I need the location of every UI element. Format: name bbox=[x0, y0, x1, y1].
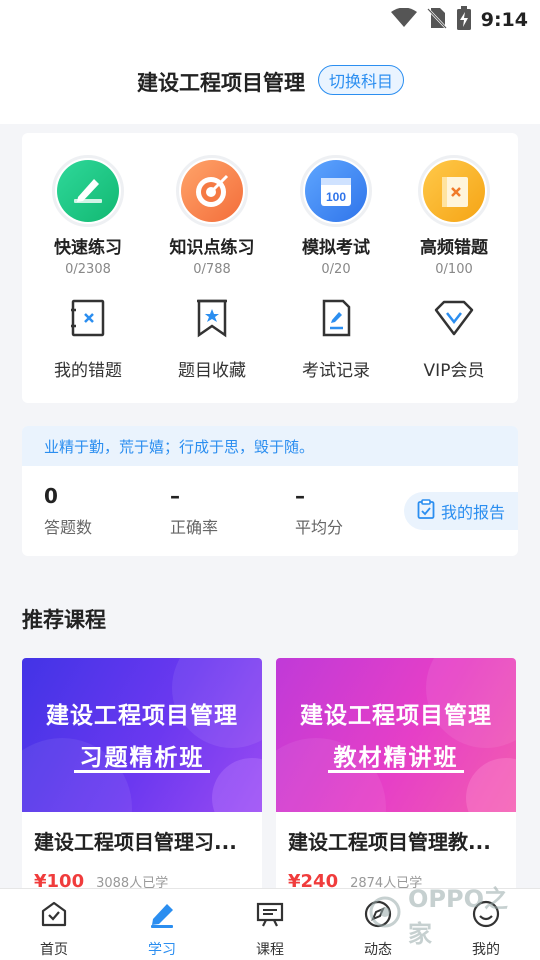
practice-knowledge[interactable]: 知识点练习 0/788 bbox=[150, 155, 274, 277]
tab-home[interactable]: 首页 bbox=[0, 889, 108, 960]
practice-mock-exam[interactable]: 100 模拟考试 0/20 bbox=[274, 155, 398, 277]
tool-favorites[interactable]: 题目收藏 bbox=[150, 298, 274, 381]
stat-label: 平均分 bbox=[295, 518, 344, 537]
home-icon bbox=[39, 899, 69, 933]
course-banner: 建设工程项目管理 习题精析班 bbox=[22, 658, 262, 812]
practice-label: 高频错题 bbox=[420, 238, 488, 258]
course-title: 建设工程项目管理教... bbox=[288, 830, 491, 854]
banner-subtitle: 习题精析班 bbox=[79, 745, 205, 771]
tab-label: 课程 bbox=[256, 942, 284, 958]
course-icon bbox=[255, 899, 285, 933]
wifi-icon bbox=[390, 7, 417, 32]
stat-value: – bbox=[295, 484, 305, 508]
section-title: 推荐课程 bbox=[22, 608, 106, 632]
course-banner: 建设工程项目管理 教材精讲班 bbox=[276, 658, 516, 812]
bookmark-icon bbox=[192, 298, 232, 342]
report-label: 我的报告 bbox=[440, 503, 505, 522]
practice-quick[interactable]: 快速练习 0/2308 bbox=[26, 155, 150, 277]
practice-count: 0/788 bbox=[193, 262, 231, 277]
clipboard-check-icon bbox=[417, 499, 435, 523]
target-icon bbox=[181, 160, 243, 222]
practice-count: 0/100 bbox=[435, 262, 473, 277]
tool-label: VIP会员 bbox=[423, 361, 485, 381]
tool-exam-records[interactable]: 考试记录 bbox=[274, 298, 398, 381]
practice-label: 知识点练习 bbox=[169, 238, 255, 258]
battery-charging-icon bbox=[456, 6, 471, 34]
stat-label: 正确率 bbox=[170, 518, 219, 537]
tab-label: 首页 bbox=[40, 942, 68, 958]
oppo-logo-icon bbox=[368, 895, 402, 933]
tab-study[interactable]: 学习 bbox=[108, 889, 216, 960]
practice-count: 0/20 bbox=[321, 262, 351, 277]
stat-label: 答题数 bbox=[44, 518, 93, 537]
course-card[interactable]: 建设工程项目管理 习题精析班 建设工程项目管理习... ¥100 3088人已学 bbox=[22, 658, 262, 898]
tab-label: 学习 bbox=[148, 942, 176, 958]
page-title: 建设工程项目管理 bbox=[137, 71, 305, 95]
calendar-100-icon: 100 bbox=[305, 160, 367, 222]
stat-accuracy: – 正确率 bbox=[170, 484, 218, 538]
stat-average-score: – 平均分 bbox=[295, 484, 343, 538]
my-report-button[interactable]: 我的报告 bbox=[404, 492, 518, 530]
motto-banner: 业精于勤，荒于嬉；行成于思，毁于随。 bbox=[22, 426, 518, 466]
pencil-icon bbox=[57, 160, 119, 222]
exam-record-icon bbox=[316, 298, 356, 342]
tool-label: 题目收藏 bbox=[178, 361, 246, 381]
practice-card: 快速练习 0/2308 知识点练习 0/788 100 模拟考试 0/20 高频… bbox=[22, 133, 518, 403]
stats-card: 业精于勤，荒于嬉；行成于思，毁于随。 0 答题数 – 正确率 – 平均分 我的报… bbox=[22, 426, 518, 556]
wrong-questions-icon bbox=[68, 298, 108, 342]
stat-value: 0 bbox=[44, 484, 58, 508]
course-title: 建设工程项目管理习... bbox=[34, 830, 237, 854]
tool-my-wrong-questions[interactable]: 我的错题 bbox=[26, 298, 150, 381]
tool-label: 考试记录 bbox=[302, 361, 370, 381]
banner-title: 建设工程项目管理 bbox=[300, 703, 492, 729]
study-icon bbox=[147, 899, 177, 933]
tab-label: 动态 bbox=[364, 942, 392, 958]
header: 建设工程项目管理 切换科目 bbox=[0, 36, 540, 124]
watermark-text: OPPO之家 bbox=[408, 885, 508, 948]
banner-title: 建设工程项目管理 bbox=[46, 703, 238, 729]
tool-label: 我的错题 bbox=[54, 361, 122, 381]
wrong-book-icon bbox=[423, 160, 485, 222]
practice-frequent-errors[interactable]: 高频错题 0/100 bbox=[392, 155, 516, 277]
practice-label: 快速练习 bbox=[54, 238, 122, 258]
status-time: 9:14 bbox=[480, 9, 528, 31]
status-bar: 9:14 bbox=[0, 0, 540, 36]
watermark: OPPO之家 bbox=[368, 885, 528, 948]
tool-vip[interactable]: VIP会员 bbox=[392, 298, 516, 381]
course-card[interactable]: 建设工程项目管理 教材精讲班 建设工程项目管理教... ¥240 2874人已学 bbox=[276, 658, 516, 898]
tab-courses[interactable]: 课程 bbox=[216, 889, 324, 960]
stat-answered: 0 答题数 bbox=[44, 484, 92, 538]
practice-label: 模拟考试 bbox=[302, 238, 370, 258]
banner-subtitle: 教材精讲班 bbox=[333, 745, 459, 771]
diamond-icon bbox=[432, 298, 476, 342]
no-sim-icon bbox=[426, 7, 447, 33]
stat-value: – bbox=[170, 484, 180, 508]
practice-count: 0/2308 bbox=[65, 262, 111, 277]
switch-subject-button[interactable]: 切换科目 bbox=[318, 65, 404, 95]
svg-text:100: 100 bbox=[326, 190, 346, 204]
